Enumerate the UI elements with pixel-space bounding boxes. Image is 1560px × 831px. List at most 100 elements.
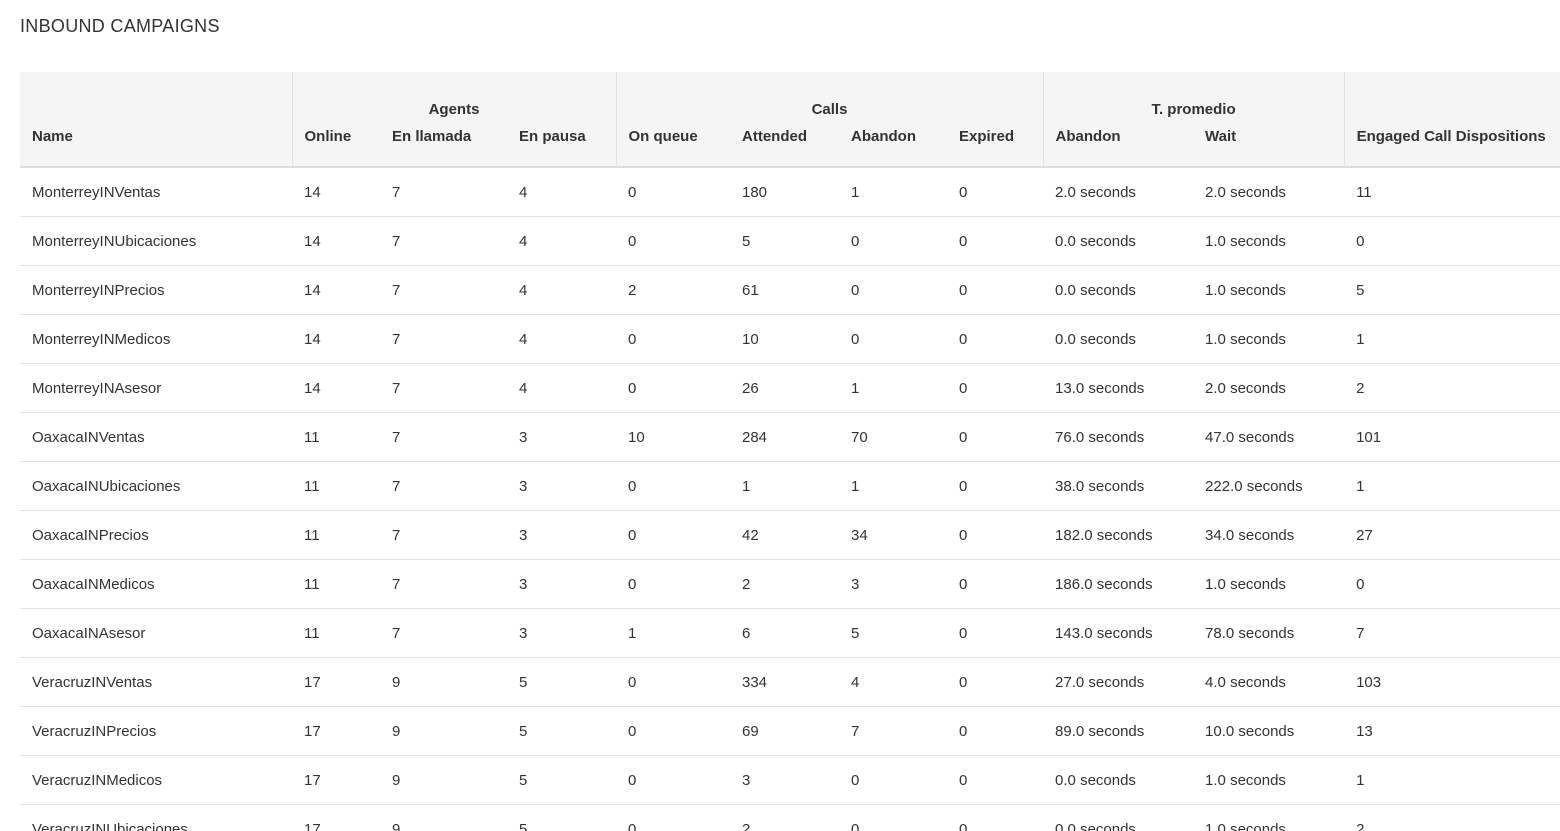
cell-expired: 0 [947,608,1044,658]
cell-attended: 6 [730,608,839,658]
table-row[interactable]: VeracruzINVentas 17 9 5 0 334 4 0 27.0 seconds 4.… [20,657,1560,707]
cell-on-queue: 0 [616,559,730,609]
table-row[interactable]: OaxacaINVentas 11 7 3 10 284 70 0 76.0 seconds 47… [20,412,1560,462]
cell-name[interactable]: VeracruzINMedicos [20,755,292,805]
cell-on-queue: 0 [616,706,730,756]
header-column-row: Name Online En llamada En pausa On queue… [20,118,1560,168]
table-row[interactable]: OaxacaINMedicos 11 7 3 0 2 3 0 186.0 seconds 1.0 … [20,559,1560,609]
cell-name[interactable]: MonterreyINUbicaciones [20,216,292,266]
cell-name[interactable]: VeracruzINPrecios [20,706,292,756]
cell-engaged-call-dispositions: 27 [1344,510,1560,560]
cell-calls-abandon: 34 [839,510,947,560]
cell-en-llamada: 7 [380,363,507,413]
cell-avg-wait: 4.0 seconds [1193,657,1345,707]
column-header-en-pausa[interactable]: En pausa [507,118,616,168]
cell-engaged-call-dispositions: 11 [1344,167,1560,217]
cell-en-llamada: 9 [380,706,507,756]
cell-avg-wait: 1.0 seconds [1193,265,1345,315]
cell-expired: 0 [947,167,1044,217]
table-row[interactable]: VeracruzINUbicaciones 17 9 5 0 2 0 0 0.0 seconds… [20,804,1560,831]
cell-expired: 0 [947,510,1044,560]
group-header-calls: Calls [615,72,1044,118]
cell-on-queue: 0 [616,657,730,707]
cell-expired: 0 [947,559,1044,609]
cell-calls-abandon: 0 [839,755,947,805]
cell-on-queue: 0 [616,461,730,511]
cell-name[interactable]: OaxacaINMedicos [20,559,292,609]
cell-avg-abandon: 182.0 seconds [1043,510,1194,560]
cell-engaged-call-dispositions: 2 [1344,363,1560,413]
cell-online: 17 [292,804,380,831]
table-row[interactable]: MonterreyINMedicos 14 7 4 0 10 0 0 0.0 seconds 1.… [20,314,1560,364]
column-header-attended[interactable]: Attended [730,118,839,168]
cell-name[interactable]: MonterreyINMedicos [20,314,292,364]
column-header-engaged-call-dispositions[interactable]: Engaged Call Dispositions [1343,118,1560,168]
page-title: INBOUND CAMPAIGNS [20,16,220,36]
cell-avg-wait: 78.0 seconds [1193,608,1345,658]
cell-avg-wait: 10.0 seconds [1193,706,1345,756]
cell-on-queue: 0 [616,167,730,217]
cell-calls-abandon: 3 [839,559,947,609]
cell-on-queue: 0 [616,314,730,364]
cell-online: 14 [292,363,380,413]
cell-name[interactable]: OaxacaINPrecios [20,510,292,560]
column-header-on-queue[interactable]: On queue [615,118,730,168]
cell-attended: 69 [730,706,839,756]
cell-expired: 0 [947,804,1044,831]
cell-attended: 26 [730,363,839,413]
table-row[interactable]: OaxacaINPrecios 11 7 3 0 42 34 0 182.0 seconds 34… [20,510,1560,560]
cell-name[interactable]: MonterreyINVentas [20,167,292,217]
cell-en-llamada: 7 [380,608,507,658]
column-header-calls-abandon[interactable]: Abandon [839,118,947,168]
cell-name[interactable]: OaxacaINAsesor [20,608,292,658]
cell-name[interactable]: MonterreyINAsesor [20,363,292,413]
cell-name[interactable]: VeracruzINUbicaciones [20,804,292,831]
cell-name[interactable]: OaxacaINVentas [20,412,292,462]
column-header-online[interactable]: Online [291,118,380,168]
table-row[interactable]: MonterreyINVentas 14 7 4 0 180 1 0 2.0 seconds 2.… [20,167,1560,217]
table-row[interactable]: OaxacaINUbicaciones 11 7 3 0 1 1 0 38.0 seconds 2… [20,461,1560,511]
cell-on-queue: 1 [616,608,730,658]
table-row[interactable]: VeracruzINPrecios 17 9 5 0 69 7 0 89.0 seconds 10… [20,706,1560,756]
cell-expired: 0 [947,363,1044,413]
cell-online: 11 [292,608,380,658]
cell-attended: 61 [730,265,839,315]
cell-on-queue: 0 [616,510,730,560]
cell-en-pausa: 4 [507,314,616,364]
cell-on-queue: 0 [616,216,730,266]
cell-attended: 42 [730,510,839,560]
inbound-campaigns-table-wrap: Agents Calls T. promedio Name Online En … [20,72,1560,831]
cell-en-llamada: 9 [380,657,507,707]
column-header-en-llamada[interactable]: En llamada [380,118,507,168]
cell-en-pausa: 3 [507,412,616,462]
cell-attended: 334 [730,657,839,707]
column-header-avg-wait[interactable]: Wait [1193,118,1345,168]
group-header-empty [20,72,292,118]
cell-avg-abandon: 38.0 seconds [1043,461,1194,511]
column-header-expired[interactable]: Expired [947,118,1044,168]
cell-attended: 3 [730,755,839,805]
cell-name[interactable]: OaxacaINUbicaciones [20,461,292,511]
cell-engaged-call-dispositions: 1 [1344,755,1560,805]
cell-engaged-call-dispositions: 1 [1344,461,1560,511]
table-row[interactable]: MonterreyINAsesor 14 7 4 0 26 1 0 13.0 seconds 2.… [20,363,1560,413]
table-row[interactable]: VeracruzINMedicos 17 9 5 0 3 0 0 0.0 seconds 1.0 … [20,755,1560,805]
cell-expired: 0 [947,412,1044,462]
cell-avg-wait: 222.0 seconds [1193,461,1345,511]
cell-name[interactable]: MonterreyINPrecios [20,265,292,315]
cell-en-pausa: 5 [507,657,616,707]
table-row[interactable]: MonterreyINUbicaciones 14 7 4 0 5 0 0 0.0 second… [20,216,1560,266]
column-header-avg-abandon[interactable]: Abandon [1042,118,1194,168]
cell-online: 14 [292,314,380,364]
cell-name[interactable]: VeracruzINVentas [20,657,292,707]
table-row[interactable]: MonterreyINPrecios 14 7 4 2 61 0 0 0.0 seconds 1.… [20,265,1560,315]
page: INBOUND CAMPAIGNS Agents Calls T. promed… [0,0,1560,831]
header-group-row: Agents Calls T. promedio [20,72,1560,118]
cell-calls-abandon: 0 [839,265,947,315]
column-header-name[interactable]: Name [20,118,292,168]
cell-avg-abandon: 0.0 seconds [1043,216,1194,266]
cell-avg-abandon: 143.0 seconds [1043,608,1194,658]
cell-en-pausa: 4 [507,363,616,413]
table-row[interactable]: OaxacaINAsesor 11 7 3 1 6 5 0 143.0 seconds 78.0 … [20,608,1560,658]
cell-avg-abandon: 0.0 seconds [1043,804,1194,831]
